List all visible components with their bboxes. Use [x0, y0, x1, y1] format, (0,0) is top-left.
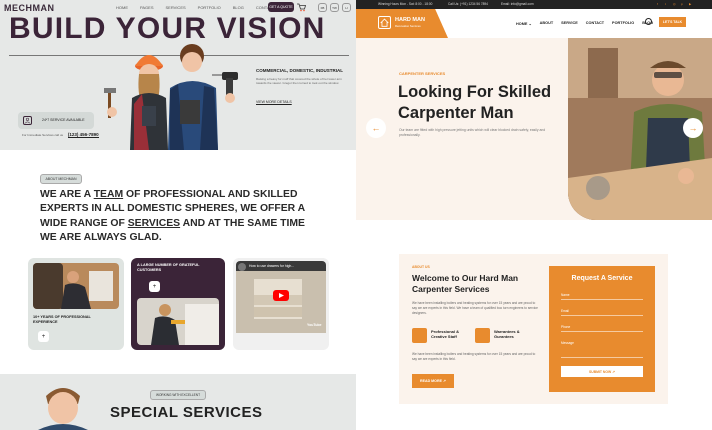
- person-icon: [23, 116, 32, 125]
- experience-card-text: 10+ YEARS OF PROFESSIONAL EXPERIENCE: [33, 315, 91, 324]
- facebook-icon[interactable]: f: [657, 2, 662, 7]
- hero-side-text: Raising a heavy fur muff that covered th…: [256, 77, 342, 86]
- form-title: Request A Service: [571, 275, 633, 282]
- nav-services[interactable]: SERVICES: [166, 5, 186, 10]
- customers-card: A LARGE NUMBER OF GRATEFUL CUSTOMERS +: [131, 258, 225, 350]
- nav-home[interactable]: HOME: [116, 5, 128, 10]
- worker-portrait: [38, 388, 88, 430]
- read-more-button[interactable]: READ MORE ↗: [412, 374, 454, 388]
- phone-number[interactable]: (123) 456-7890: [67, 132, 99, 138]
- customers-card-text: A LARGE NUMBER OF GRATEFUL CUSTOMERS: [137, 263, 200, 272]
- team-link[interactable]: TEAM: [94, 189, 123, 200]
- warranty-icon: [475, 328, 490, 343]
- hardman-logo-title[interactable]: HARD MAN: [395, 17, 425, 23]
- about-tag: ABOUT MECHMAN: [40, 174, 82, 184]
- plus-icon[interactable]: +: [149, 281, 160, 292]
- nav-about[interactable]: ABOUT: [540, 21, 554, 26]
- hardman-logo-subtitle: Renovation Services: [395, 24, 421, 28]
- message-input[interactable]: Message: [561, 338, 643, 358]
- get-a-quote-button[interactable]: GET A QUOTE: [268, 2, 294, 12]
- hardman-menu: HOME ⌄ ABOUT SERVICE CONTACT PORTFOLIO B…: [516, 21, 653, 26]
- pinterest-icon[interactable]: p: [681, 2, 686, 7]
- hardman-page: Winning Hours Mon - Sat: 8:00 - 18:00 Ca…: [356, 0, 712, 430]
- channel-avatar: [238, 263, 246, 271]
- email-input[interactable]: Email: [561, 306, 643, 316]
- slider-next-button[interactable]: →: [683, 118, 703, 138]
- phone-label: For Immediate Services call us: [22, 133, 64, 137]
- nav-portfolio[interactable]: PORTFOLIO: [612, 21, 634, 26]
- services-link[interactable]: SERVICES: [128, 218, 180, 229]
- plus-icon[interactable]: +: [38, 331, 49, 342]
- about-subtitle: ABOUT US: [412, 265, 430, 269]
- topbar-phone[interactable]: Call Us: (+91) 1234 56 7894: [448, 2, 488, 6]
- experience-card: 10+ YEARS OF PROFESSIONAL EXPERIENCE +: [28, 258, 124, 350]
- about-text-1: We have been installing boilers and heat…: [412, 301, 538, 315]
- instagram-icon[interactable]: ◎: [673, 2, 678, 7]
- view-more-details-link[interactable]: VIEW MORE DETAILS: [256, 100, 292, 104]
- mechman-menu: HOME PAGES SERVICES PORTFOLIO BLOG CONTA…: [116, 5, 275, 10]
- hero-side-heading: COMMERCIAL, DOMESTIC, INDUSTRIAL: [256, 68, 343, 73]
- phone-input[interactable]: Phone: [561, 322, 643, 332]
- topbar-email[interactable]: Email: info@gmail.com: [501, 2, 534, 6]
- special-services-tag: WORKING WITH EXCELLENT: [150, 390, 206, 400]
- nav-contact[interactable]: CONTACT: [586, 21, 604, 26]
- video-title: How to use drawers for high...: [249, 264, 295, 268]
- nav-home[interactable]: HOME ⌄: [516, 21, 532, 26]
- hardman-topbar: Winning Hours Mon - Sat: 8:00 - 18:00 Ca…: [356, 0, 712, 9]
- lets-talk-button[interactable]: LET'S TALK: [659, 17, 686, 27]
- feature-staff: Professional & Creative Staff: [431, 329, 460, 340]
- twitter-icon[interactable]: TW: [330, 3, 339, 12]
- slider-prev-button[interactable]: ←: [366, 118, 386, 138]
- nav-pages[interactable]: PAGES: [140, 5, 154, 10]
- video-card[interactable]: How to use drawers for high... YouTube: [233, 258, 329, 350]
- plumber-photo: [33, 263, 119, 309]
- staff-icon: [412, 328, 427, 343]
- topbar-hours: Winning Hours Mon - Sat: 8:00 - 18:00: [378, 2, 433, 6]
- service-badge: 24*7 SERVICE AVAILABLE: [18, 112, 94, 129]
- hero-subtitle: CARPENTER SERVICES: [399, 71, 446, 76]
- linkedin-icon[interactable]: LI: [342, 3, 351, 12]
- arrow-right-icon: →: [688, 123, 698, 133]
- facebook-icon[interactable]: FB: [318, 3, 327, 12]
- phone-info: For Immediate Services call us (123) 456…: [22, 132, 99, 138]
- worker-photo: [137, 298, 219, 345]
- about-text-part: WE ARE A: [40, 189, 94, 200]
- name-input[interactable]: Name: [561, 290, 643, 300]
- twitter-icon[interactable]: t: [665, 2, 670, 7]
- about-title: Welcome to Our Hard Man Carpenter Servic…: [412, 273, 519, 295]
- house-logo-icon[interactable]: [378, 16, 391, 29]
- nav-service[interactable]: SERVICE: [561, 21, 578, 26]
- arrow-left-icon: ←: [371, 123, 381, 133]
- mechman-page: MECHMAN HOME PAGES SERVICES PORTFOLIO BL…: [0, 0, 356, 430]
- search-icon[interactable]: [645, 18, 652, 25]
- about-text: WE ARE A TEAM OF PROFESSIONAL AND SKILLE…: [40, 188, 312, 245]
- hero-text: Our team are fitted with high pressure j…: [399, 128, 546, 138]
- service-badge-text: 24*7 SERVICE AVAILABLE: [42, 118, 85, 122]
- cart-icon[interactable]: [296, 2, 306, 12]
- special-services-title: SPECIAL SERVICES: [110, 404, 263, 421]
- workers-photo: [104, 44, 238, 150]
- play-icon[interactable]: [273, 290, 289, 301]
- submit-now-button[interactable]: SUBMIT NOW ↗: [561, 366, 643, 377]
- youtube-icon[interactable]: ▶: [689, 2, 694, 7]
- nav-blog[interactable]: BLOG: [233, 5, 244, 10]
- screenshot-canvas: MECHMAN HOME PAGES SERVICES PORTFOLIO BL…: [0, 0, 712, 430]
- about-text-2: We have been installing boilers and heat…: [412, 352, 536, 361]
- nav-portfolio[interactable]: PORTFOLIO: [198, 5, 221, 10]
- youtube-logo[interactable]: YouTube: [307, 323, 321, 328]
- hero-title: Looking For Skilled Carpenter Man: [398, 83, 552, 123]
- feature-warranty: Warrantees & Gurantees: [494, 329, 520, 340]
